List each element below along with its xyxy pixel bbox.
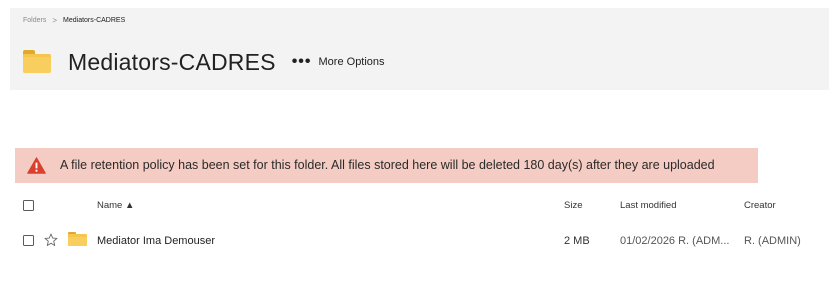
star-icon[interactable]: [44, 233, 58, 247]
row-size: 2 MB: [564, 235, 590, 247]
title-row: Mediators-CADRES ••• More Options: [23, 47, 385, 77]
breadcrumb-separator: >: [52, 16, 58, 25]
more-options-icon[interactable]: •••: [292, 54, 312, 70]
row-name-link[interactable]: Mediator Ima Demouser: [97, 235, 215, 247]
folder-icon: [23, 50, 51, 74]
warning-icon: [27, 157, 46, 174]
row-last-modified: 01/02/2026 R. (ADM...: [620, 235, 730, 247]
more-options-button[interactable]: More Options: [319, 56, 385, 68]
breadcrumb-folders-link[interactable]: Folders: [23, 17, 46, 24]
column-header-size[interactable]: Size: [564, 200, 582, 211]
column-header-name[interactable]: Name ▲: [97, 200, 134, 211]
column-header-creator[interactable]: Creator: [744, 200, 776, 211]
breadcrumb-current: Mediators-CADRES: [63, 17, 126, 24]
row-creator: R. (ADMIN): [744, 235, 801, 247]
breadcrumb: Folders > Mediators-CADRES: [23, 16, 126, 25]
retention-policy-banner: A file retention policy has been set for…: [15, 148, 758, 183]
select-all-checkbox[interactable]: [23, 200, 34, 211]
page-title: Mediators-CADRES: [68, 48, 276, 75]
column-header-last-modified[interactable]: Last modified: [620, 200, 677, 211]
row-checkbox[interactable]: [23, 235, 34, 246]
banner-message: A file retention policy has been set for…: [60, 158, 715, 172]
folder-icon: [68, 232, 87, 246]
